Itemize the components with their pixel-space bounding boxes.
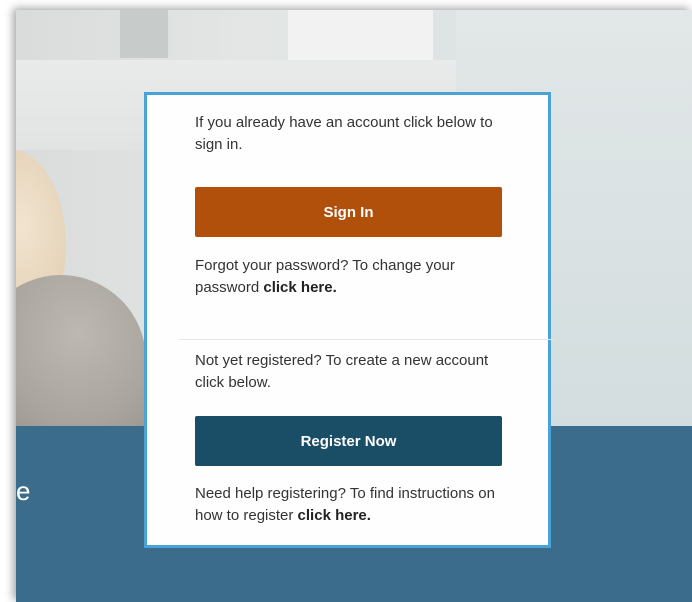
- hero-pillar: [120, 10, 168, 58]
- forgot-password-text: Forgot your password? To change your pas…: [195, 255, 503, 299]
- hero-light-block: [288, 10, 433, 65]
- banner-text-fragment: e: [16, 476, 31, 506]
- signin-intro-text: If you already have an account click bel…: [195, 114, 493, 153]
- register-intro-text: Not yet registered? To create a new acco…: [195, 352, 489, 391]
- forgot-password-section: Forgot your password? To change your pas…: [195, 255, 503, 299]
- help-section: Need help registering? To find instructi…: [195, 483, 503, 527]
- signin-section: If you already have an account click bel…: [195, 112, 503, 156]
- page-frame: e If you already have an account click b…: [0, 0, 692, 602]
- help-registering-text: Need help registering? To find instructi…: [195, 483, 503, 527]
- section-divider: [179, 339, 554, 340]
- browser-viewport: e If you already have an account click b…: [16, 10, 692, 602]
- sign-in-button[interactable]: Sign In: [195, 187, 502, 237]
- hero-person-shoulder: [16, 275, 146, 445]
- register-now-button[interactable]: Register Now: [195, 416, 502, 466]
- login-card: If you already have an account click bel…: [144, 92, 554, 548]
- forgot-password-link[interactable]: click here.: [263, 279, 336, 296]
- signin-button-wrap: Sign In: [195, 187, 503, 237]
- register-section: Not yet registered? To create a new acco…: [195, 350, 503, 394]
- register-button-wrap: Register Now: [195, 416, 503, 466]
- help-registering-link[interactable]: click here.: [298, 507, 371, 524]
